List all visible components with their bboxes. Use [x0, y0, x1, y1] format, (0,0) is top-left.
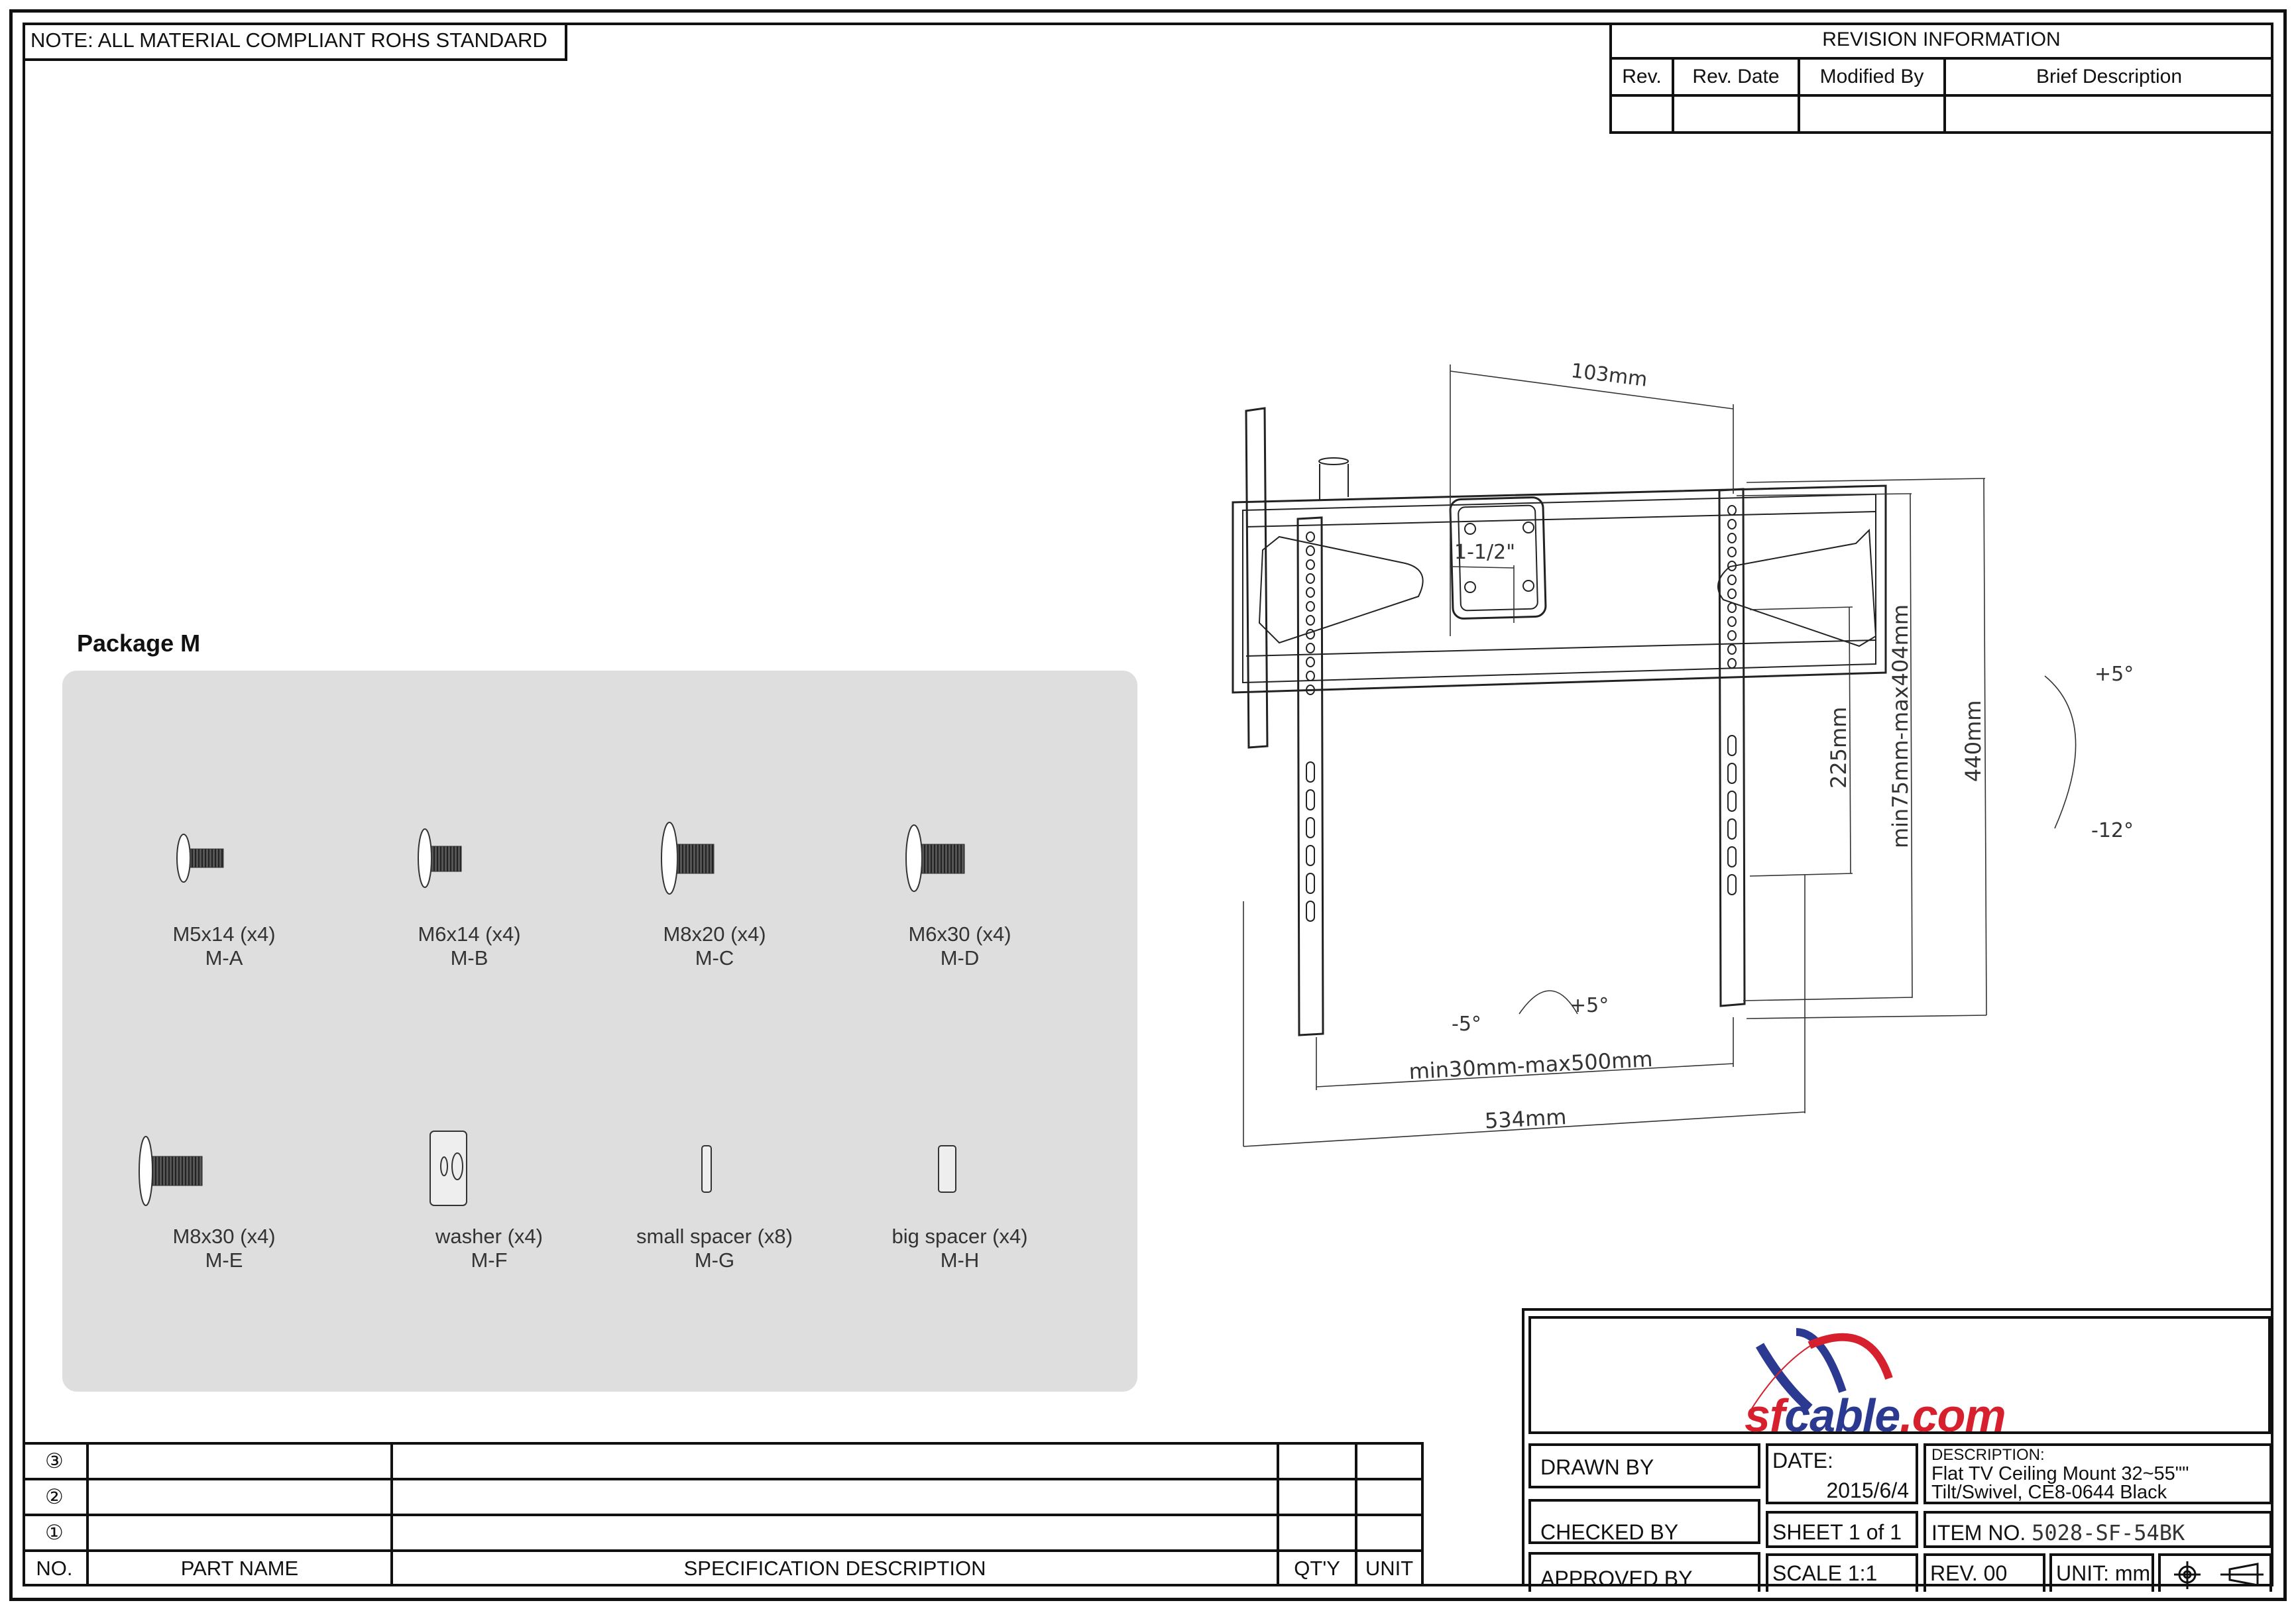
logo-text-cable: cable [1784, 1390, 1900, 1441]
unit-header: UNIT [1355, 1549, 1424, 1585]
bracket-hole [1727, 616, 1737, 627]
bracket-slot [1306, 789, 1315, 810]
left-bracket-strip [1296, 516, 1324, 1036]
bracket-hole [1727, 588, 1737, 599]
bracket-hole [1727, 519, 1737, 529]
bracket-hole [1306, 573, 1315, 584]
part-no: ③ [23, 1442, 89, 1480]
bracket-hole [1306, 545, 1315, 556]
drawn-by-cell: DRAWN BY [1528, 1443, 1760, 1488]
bracket-hole [1727, 505, 1737, 516]
checked-by-cell: CHECKED BY [1528, 1499, 1760, 1544]
part-unit [1355, 1514, 1424, 1552]
no-header: NO. [23, 1549, 89, 1585]
dim-103mm: 103mm [1570, 359, 1648, 392]
item-no-label: ITEM NO. [1931, 1521, 2026, 1545]
scale-cell: SCALE 1:1 [1766, 1553, 1918, 1592]
tilt-up-label: +5° [2095, 663, 2134, 686]
bracket-hole [1727, 547, 1737, 557]
bracket-hole [1306, 615, 1315, 626]
qty-header: QT'Y [1277, 1549, 1358, 1585]
description-line1: Flat TV Ceiling Mount 32~55"" [1931, 1463, 2189, 1484]
parts-table: ③ ② ① NO. PART NAME SPECIFICATION DESCRI… [23, 1442, 1424, 1585]
parts-row: ③ [23, 1442, 1424, 1480]
parts-row: ① [23, 1514, 1424, 1552]
part-name [86, 1478, 393, 1516]
description-line2: Tilt/Swivel, CE8-0644 Black [1931, 1482, 2167, 1503]
bracket-slot [1727, 735, 1737, 756]
bracket-hole [1727, 602, 1737, 613]
third-angle-projection-icon [2174, 1561, 2264, 1589]
dim-534mm: 534mm [1484, 1104, 1567, 1133]
part-name [86, 1514, 393, 1552]
bracket-hole [1306, 601, 1315, 612]
projection-cell [2158, 1553, 2272, 1592]
bracket-hole [1727, 575, 1737, 585]
dim-vesa-horizontal: min30mm-max500mm [1408, 1046, 1654, 1084]
bracket-hole [1306, 629, 1315, 639]
unit-cell: UNIT: mm [2049, 1553, 2154, 1592]
bracket-hole [1727, 644, 1737, 655]
bracket-slot [1306, 817, 1315, 838]
item-no-value: 5028-SF-54BK [2032, 1520, 2185, 1545]
bracket-slot [1306, 873, 1315, 894]
part-qty [1277, 1442, 1358, 1480]
bracket-slot [1306, 761, 1315, 783]
part-qty [1277, 1514, 1358, 1552]
sheet-cell: SHEET 1 of 1 [1766, 1511, 1918, 1548]
bracket-slot [1727, 818, 1737, 840]
bracket-hole [1306, 685, 1315, 695]
parts-row: ② [23, 1478, 1424, 1516]
date-value: 2015/6/4 [1826, 1478, 1909, 1502]
date-label: DATE: [1772, 1449, 1833, 1472]
bracket-slot [1727, 874, 1737, 895]
dim-vesa-vertical: min75mm-max404mm [1888, 604, 1913, 848]
bracket-hole [1306, 559, 1315, 570]
part-spec [390, 1442, 1280, 1480]
swivel-left-label: -5° [1452, 1013, 1481, 1036]
bracket-hole [1727, 658, 1737, 669]
part-unit [1355, 1442, 1424, 1480]
part-no: ① [23, 1514, 89, 1552]
bracket-slot [1727, 763, 1737, 784]
part-name [86, 1442, 393, 1480]
bracket-hole [1306, 531, 1315, 542]
logo-cell: sfcable.com [1528, 1316, 2271, 1441]
approved-by-cell: APPROVED BY [1528, 1552, 1760, 1592]
logo-text: sfcable.com [1745, 1389, 2006, 1442]
part-spec [390, 1514, 1280, 1552]
parts-header-row: NO. PART NAME SPECIFICATION DESCRIPTION … [23, 1549, 1424, 1585]
dim-225mm: 225mm [1826, 707, 1851, 789]
bracket-slot [1306, 845, 1315, 866]
part-name-header: PART NAME [86, 1549, 393, 1585]
rev-cell: REV. 00 [1923, 1553, 2045, 1592]
date-cell: DATE: 2015/6/4 [1766, 1443, 1918, 1504]
bracket-slot [1727, 846, 1737, 867]
right-bracket-strip [1718, 488, 1746, 1007]
item-no-cell: ITEM NO. 5028-SF-54BK [1923, 1511, 2272, 1548]
tilt-down-label: -12° [2091, 819, 2134, 842]
spec-header: SPECIFICATION DESCRIPTION [390, 1549, 1280, 1585]
bracket-hole [1306, 671, 1315, 681]
bracket-slot [1727, 791, 1737, 812]
swivel-right-label: +5° [1570, 994, 1609, 1017]
part-spec [390, 1478, 1280, 1516]
description-cell: DESCRIPTION: Flat TV Ceiling Mount 32~55… [1923, 1443, 2272, 1504]
bracket-hole [1306, 643, 1315, 653]
dim-440mm: 440mm [1961, 700, 1986, 782]
bracket-hole [1727, 561, 1737, 571]
bracket-slot [1306, 901, 1315, 922]
description-label: DESCRIPTION: [1931, 1446, 2045, 1464]
bracket-hole [1306, 657, 1315, 667]
title-block: sfcable.com DRAWN BY CHECKED BY APPROVED… [1522, 1308, 2273, 1592]
bracket-hole [1727, 630, 1737, 641]
logo-text-com: .com [1900, 1390, 2006, 1441]
part-qty [1277, 1478, 1358, 1516]
dim-pole-size: 1-1/2" [1454, 541, 1515, 564]
bracket-hole [1306, 587, 1315, 598]
part-no: ② [23, 1478, 89, 1516]
logo-text-sf: sf [1745, 1390, 1785, 1441]
part-unit [1355, 1478, 1424, 1516]
bracket-hole [1727, 533, 1737, 543]
